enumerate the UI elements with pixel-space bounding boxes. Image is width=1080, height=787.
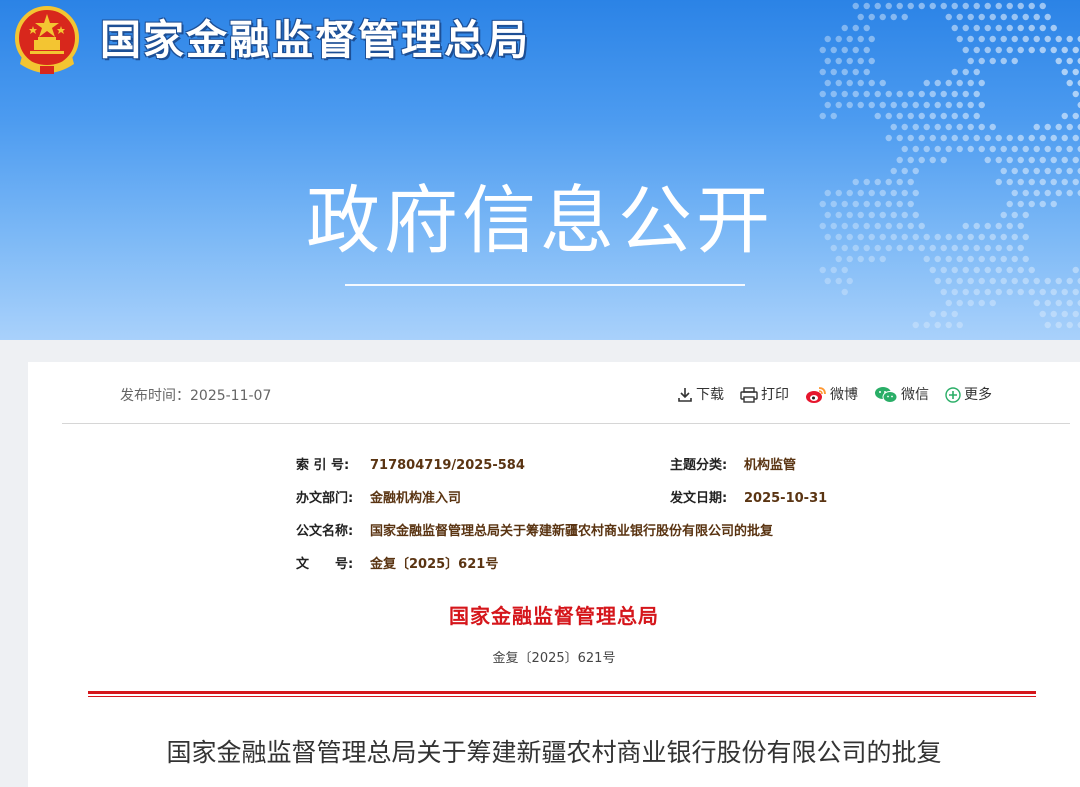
meta-date-value: 2025-10-31	[744, 491, 828, 506]
download-button[interactable]: 下载	[677, 384, 724, 406]
meta-dept: 办文部门: 金融机构准入司	[296, 489, 461, 509]
publish-date-label: 发布时间：	[120, 388, 190, 404]
download-icon	[678, 388, 692, 402]
meta-name-label: 公文名称:	[296, 524, 354, 539]
title-underline	[345, 284, 745, 286]
document-number: 金复〔2025〕621号	[492, 651, 616, 666]
meta-topic: 主题分类: 机构监管	[670, 456, 796, 476]
meta-docno-label: 文 号:	[296, 557, 354, 572]
download-label: 下载	[696, 387, 724, 403]
printer-icon	[740, 387, 758, 403]
meta-index: 索 引 号: 717804719/2025-584	[296, 456, 525, 476]
publish-date-value: 2025-11-07	[190, 388, 272, 404]
meta-name-value: 国家金融监督管理总局关于筹建新疆农村商业银行股份有限公司的批复	[370, 524, 774, 539]
section-title: 政府信息公开	[306, 178, 774, 264]
meta-docno: 文 号: 金复〔2025〕621号	[296, 555, 498, 575]
header-banner: 国家金融监督管理总局 政府信息公开	[0, 0, 1080, 340]
weibo-label: 微博	[830, 387, 858, 403]
wechat-icon	[875, 387, 898, 403]
meta-docno-value: 金复〔2025〕621号	[370, 557, 499, 572]
meta-topic-value: 机构监管	[744, 458, 797, 473]
national-emblem-icon	[15, 6, 79, 74]
wechat-label: 微信	[901, 387, 929, 403]
red-divider-thin	[88, 696, 1036, 697]
share-toolbar: 下载 打印 微博 微信 更多	[677, 384, 992, 406]
wechat-share-button[interactable]: 微信	[874, 384, 929, 406]
meta-index-label: 索 引 号:	[296, 458, 350, 473]
organization-name: 国家金融监督管理总局	[100, 16, 530, 64]
meta-index-value: 717804719/2025-584	[370, 458, 525, 473]
print-button[interactable]: 打印	[740, 384, 789, 406]
meta-date-label: 发文日期:	[670, 491, 728, 506]
document-title: 国家金融监督管理总局关于筹建新疆农村商业银行股份有限公司的批复	[166, 738, 942, 767]
meta-topic-label: 主题分类:	[670, 458, 728, 473]
print-label: 打印	[761, 387, 789, 403]
header-divider	[62, 423, 1070, 424]
meta-name: 公文名称: 国家金融监督管理总局关于筹建新疆农村商业银行股份有限公司的批复	[296, 522, 773, 542]
content-panel: 发布时间：2025-11-07 下载 打印 微博 微信 更多 索 引 号: 71…	[28, 362, 1080, 787]
weibo-share-button[interactable]: 微博	[805, 384, 858, 406]
meta-date: 发文日期: 2025-10-31	[670, 489, 827, 509]
meta-dept-label: 办文部门:	[296, 491, 354, 506]
plus-circle-icon	[945, 387, 961, 403]
meta-dept-value: 金融机构准入司	[370, 491, 462, 506]
publish-date: 发布时间：2025-11-07	[120, 386, 271, 406]
more-share-button[interactable]: 更多	[945, 384, 992, 406]
more-label: 更多	[964, 387, 992, 403]
red-divider-thick	[88, 691, 1036, 694]
weibo-icon	[806, 387, 826, 403]
document-issuer: 国家金融监督管理总局	[449, 604, 659, 628]
